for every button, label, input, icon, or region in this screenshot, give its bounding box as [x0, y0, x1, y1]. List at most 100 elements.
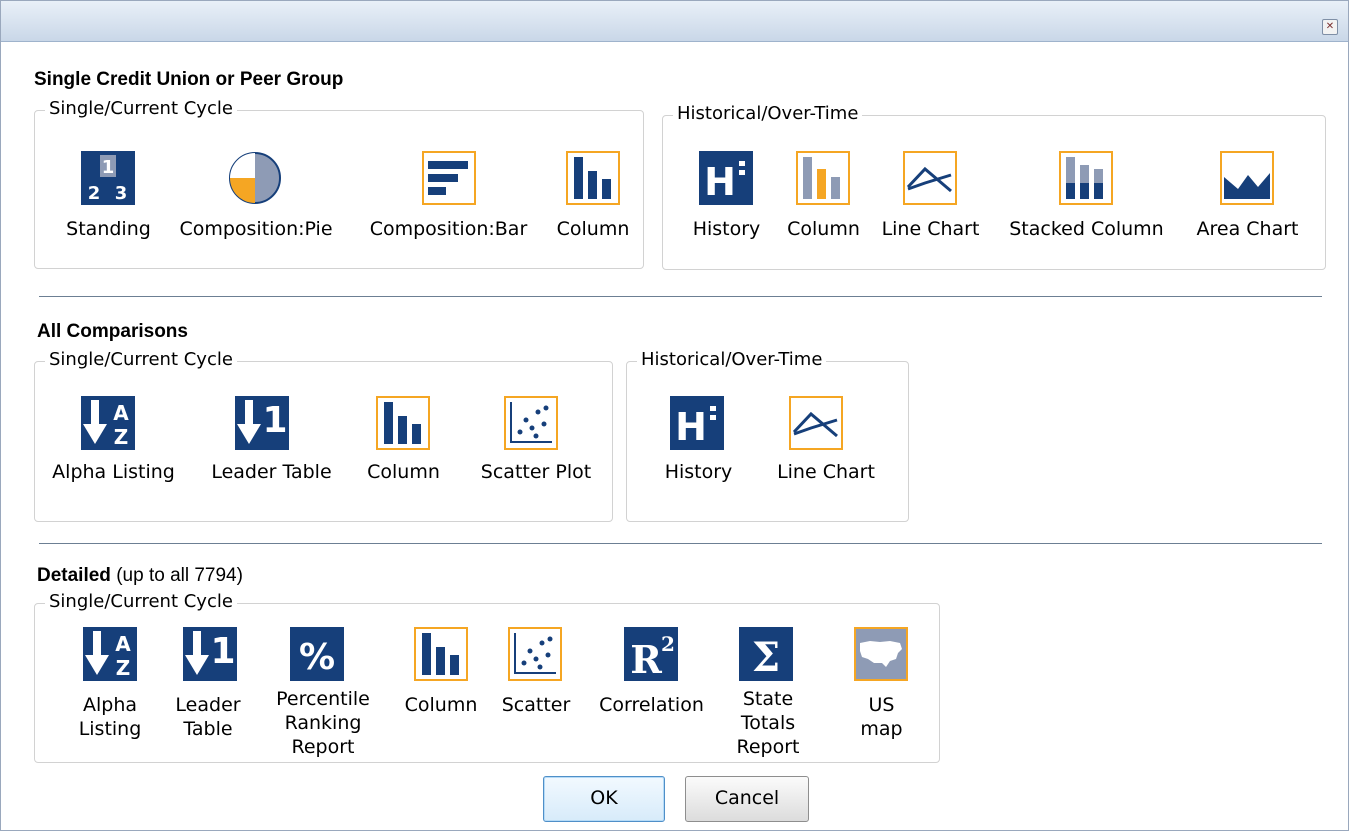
report-type-dialog: ✕ Single Credit Union or Peer Group Sing… [0, 0, 1349, 831]
line-chart-icon [903, 151, 957, 205]
svg-text:Z: Z [114, 425, 129, 449]
section-title-text: Detailed [37, 565, 111, 586]
option-alpha-listing-detailed[interactable]: AZ Alpha Listing [65, 627, 155, 757]
option-label: Correlation [599, 694, 704, 716]
option-alpha-listing[interactable]: AZ Alpha Listing [41, 396, 186, 491]
option-history-comparisons[interactable]: H History [656, 396, 741, 491]
column-chart-icon [376, 396, 430, 450]
group-legend: Historical/Over-Time [637, 349, 827, 370]
label-line: Report [291, 736, 355, 758]
option-label: Column [367, 461, 440, 483]
label-line: Table [183, 718, 233, 740]
option-scatter-detailed[interactable]: Scatter [491, 627, 581, 727]
svg-text:R: R [630, 637, 662, 681]
option-label: Area Chart [1196, 218, 1299, 240]
option-label: Column [404, 694, 478, 716]
option-column[interactable]: Column [553, 151, 633, 246]
option-label: Standing [66, 218, 151, 240]
group-legend: Single/Current Cycle [45, 591, 237, 612]
svg-text:A: A [115, 632, 131, 656]
percentile-icon: % [290, 627, 344, 681]
option-label: US map [839, 693, 924, 741]
option-composition-pie[interactable]: Composition:Pie [171, 151, 341, 246]
option-leader-table-detailed[interactable]: 1 Leader Table [163, 627, 253, 757]
option-us-map[interactable]: US map [839, 627, 924, 752]
option-label: History [692, 218, 761, 240]
option-label: Stacked Column [1009, 218, 1164, 240]
history-icon: H [670, 396, 724, 450]
alpha-sort-icon: AZ [81, 396, 135, 450]
option-leader-table[interactable]: 1 Leader Table [199, 396, 344, 491]
option-label: Column [556, 218, 630, 240]
label-line: Totals [740, 712, 796, 734]
section-divider [39, 296, 1322, 297]
option-label: State Totals Report [723, 687, 813, 759]
column-chart-icon [796, 151, 850, 205]
option-line-chart[interactable]: Line Chart [873, 151, 988, 246]
section-divider [39, 543, 1322, 544]
section-title-comparisons: All Comparisons [37, 321, 188, 342]
history-icon: H [699, 151, 753, 205]
option-label: Scatter [501, 694, 571, 716]
option-label: Alpha Listing [65, 693, 155, 741]
svg-text:1: 1 [102, 157, 115, 178]
option-column-comparisons[interactable]: Column [361, 396, 446, 491]
option-label: Column [787, 218, 860, 240]
option-composition-bar[interactable]: Composition:Bar [356, 151, 541, 246]
option-stacked-column[interactable]: Stacked Column [999, 151, 1174, 246]
label-line: State [742, 688, 794, 710]
svg-text:2: 2 [88, 183, 101, 204]
section-title-note: (up to all 7794) [116, 565, 243, 586]
option-area-chart[interactable]: Area Chart [1185, 151, 1310, 246]
alpha-sort-icon: AZ [83, 627, 137, 681]
standing-icon: 123 [81, 151, 135, 205]
line-chart-icon [789, 396, 843, 450]
area-chart-icon [1220, 151, 1274, 205]
option-scatter-plot[interactable]: Scatter Plot [471, 396, 601, 491]
scatter-plot-icon [504, 396, 558, 450]
dialog-titlebar: ✕ [1, 1, 1348, 42]
svg-text:H: H [704, 160, 736, 204]
svg-text:%: % [299, 637, 335, 678]
option-percentile-ranking[interactable]: % Percentile Ranking Report [263, 627, 383, 761]
bar-chart-icon [422, 151, 476, 205]
leader-table-icon: 1 [183, 627, 237, 681]
svg-text:H: H [675, 405, 707, 449]
option-label: Composition:Pie [179, 218, 333, 240]
option-line-chart-comparisons[interactable]: Line Chart [766, 396, 886, 491]
label-line: map [860, 718, 903, 740]
option-label: Leader Table [163, 693, 253, 741]
svg-text:Σ: Σ [752, 634, 780, 681]
label-line: Percentile [276, 688, 370, 710]
section-title-single: Single Credit Union or Peer Group [34, 69, 344, 90]
cancel-button[interactable]: Cancel [685, 776, 809, 822]
column-chart-icon [566, 151, 620, 205]
option-column-detailed[interactable]: Column [396, 627, 486, 727]
option-label: Percentile Ranking Report [263, 687, 383, 759]
label-line: Report [736, 736, 800, 758]
label-line: Leader [175, 694, 241, 716]
option-label: Line Chart [881, 218, 980, 240]
svg-text:2: 2 [661, 632, 675, 656]
svg-text:1: 1 [262, 400, 287, 441]
leader-table-icon: 1 [235, 396, 289, 450]
option-history[interactable]: H History [684, 151, 769, 246]
us-map-icon [854, 627, 908, 681]
column-chart-icon [414, 627, 468, 681]
sigma-icon: Σ [739, 627, 793, 681]
close-icon[interactable]: ✕ [1322, 19, 1338, 35]
ok-button[interactable]: OK [543, 776, 665, 822]
stacked-column-icon [1059, 151, 1113, 205]
option-standing[interactable]: 123 Standing [61, 151, 156, 246]
option-state-totals[interactable]: Σ State Totals Report [723, 627, 813, 761]
section-title-detailed: Detailed (up to all 7794) [37, 565, 243, 587]
option-label: Leader Table [211, 461, 332, 483]
option-column-historical[interactable]: Column [781, 151, 866, 246]
group-legend: Historical/Over-Time [673, 103, 863, 124]
correlation-icon: R2 [624, 627, 678, 681]
label-line: Listing [78, 718, 142, 740]
option-label: History [664, 461, 733, 483]
pie-chart-icon [228, 151, 282, 205]
svg-text:A: A [113, 401, 129, 425]
option-correlation[interactable]: R2 Correlation [589, 627, 714, 727]
